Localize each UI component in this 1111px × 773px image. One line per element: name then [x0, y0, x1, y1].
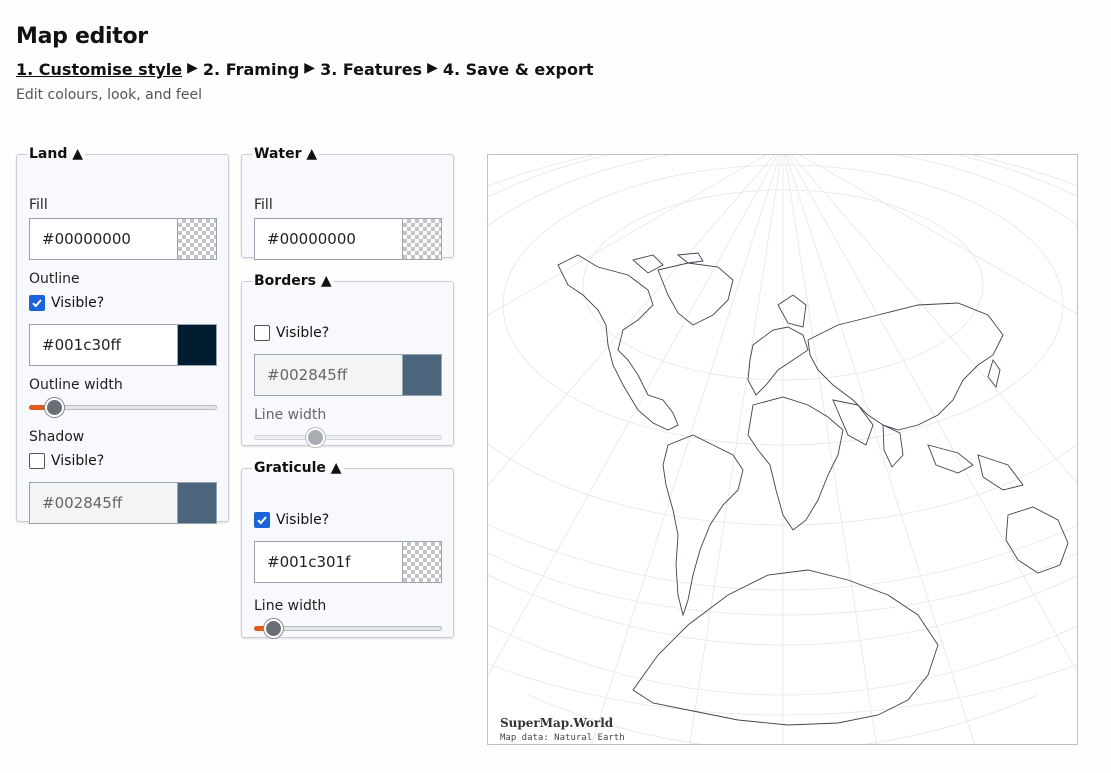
land-fill-color-picker: #00000000: [29, 218, 217, 260]
land-outline-visible-checkbox[interactable]: [29, 295, 45, 311]
borders-line-width-label: Line width: [254, 407, 327, 423]
water-fill-label: Fill: [254, 197, 273, 213]
step-separator-icon: ▶: [187, 60, 198, 76]
graticule-panel: Graticule ▲ Visible? #001c301f Line widt…: [241, 460, 454, 638]
land-outline-label: Outline: [29, 271, 80, 287]
borders-line-width-thumb[interactable]: [306, 428, 325, 447]
graticule-visible-row: Visible?: [254, 512, 329, 528]
land-fill-swatch[interactable]: [177, 218, 217, 260]
land-outlines: [557, 252, 1069, 726]
graticule-swatch[interactable]: [402, 541, 442, 583]
borders-panel: Borders ▲ Visible? #002845ff Line width: [241, 273, 454, 447]
land-panel: Land ▲ Fill #00000000 Outline Visible? #…: [16, 146, 229, 524]
land-outline-swatch[interactable]: [177, 324, 217, 366]
step-features[interactable]: 3. Features: [320, 60, 422, 79]
water-fill-color-picker: #00000000: [254, 218, 442, 260]
borders-visible-checkbox[interactable]: [254, 325, 270, 341]
land-shadow-color-input[interactable]: #002845ff: [29, 482, 177, 524]
borders-color-input[interactable]: #002845ff: [254, 354, 402, 396]
land-shadow-color-picker: #002845ff: [29, 482, 217, 524]
water-fill-swatch[interactable]: [402, 218, 442, 260]
graticule-color-input[interactable]: #001c301f: [254, 541, 402, 583]
step-separator-icon: ▶: [427, 60, 438, 76]
land-outline-visible-label: Visible?: [51, 295, 105, 311]
graticule-color-picker: #001c301f: [254, 541, 442, 583]
land-outline-width-slider[interactable]: [29, 397, 217, 417]
borders-panel-toggle[interactable]: Borders ▲: [252, 273, 334, 289]
water-panel-toggle[interactable]: Water ▲: [252, 146, 319, 162]
page-title: Map editor: [16, 24, 148, 49]
borders-line-width-slider[interactable]: [254, 427, 442, 447]
land-fill-label: Fill: [29, 197, 48, 213]
graticule-line-width-slider[interactable]: [254, 618, 442, 638]
map-preview[interactable]: SuperMap.World Map data: Natural Earth: [487, 154, 1078, 745]
land-outline-visible-row: Visible?: [29, 295, 104, 311]
graticule-panel-toggle[interactable]: Graticule ▲: [252, 460, 344, 476]
graticule-line-width-thumb[interactable]: [264, 619, 283, 638]
land-outline-color-input[interactable]: #001c30ff: [29, 324, 177, 366]
borders-visible-label: Visible?: [276, 325, 330, 341]
borders-color-picker: #002845ff: [254, 354, 442, 396]
map-canvas[interactable]: [488, 155, 1078, 745]
step-framing[interactable]: 2. Framing: [203, 60, 299, 79]
graticule-lines: [488, 155, 1077, 744]
land-outline-width-label: Outline width: [29, 377, 123, 393]
step-save-export[interactable]: 4. Save & export: [443, 60, 594, 79]
graticule-visible-checkbox[interactable]: [254, 512, 270, 528]
land-shadow-swatch[interactable]: [177, 482, 217, 524]
borders-visible-row: Visible?: [254, 325, 329, 341]
page-subtitle: Edit colours, look, and feel: [16, 87, 202, 103]
water-panel: Water ▲ Fill #00000000: [241, 146, 454, 260]
step-customise-style[interactable]: 1. Customise style: [16, 60, 182, 79]
graticule-visible-label: Visible?: [276, 512, 330, 528]
land-outline-width-thumb[interactable]: [45, 398, 64, 417]
step-separator-icon: ▶: [304, 60, 316, 76]
map-attribution-data: Map data: Natural Earth: [500, 733, 625, 743]
wizard-steps: 1. Customise style ▶ 2. Framing ▶ 3. Fea…: [16, 60, 594, 79]
graticule-line-width-label: Line width: [254, 598, 327, 614]
land-shadow-visible-row: Visible?: [29, 453, 104, 469]
land-outline-color-picker: #001c30ff: [29, 324, 217, 366]
land-shadow-visible-checkbox[interactable]: [29, 453, 45, 469]
land-panel-toggle[interactable]: Land ▲: [27, 146, 85, 162]
land-fill-input[interactable]: #00000000: [29, 218, 177, 260]
borders-swatch[interactable]: [402, 354, 442, 396]
water-fill-input[interactable]: #00000000: [254, 218, 402, 260]
map-attribution-brand: SuperMap.World: [500, 716, 614, 730]
land-shadow-label: Shadow: [29, 429, 85, 445]
land-shadow-visible-label: Visible?: [51, 453, 105, 469]
